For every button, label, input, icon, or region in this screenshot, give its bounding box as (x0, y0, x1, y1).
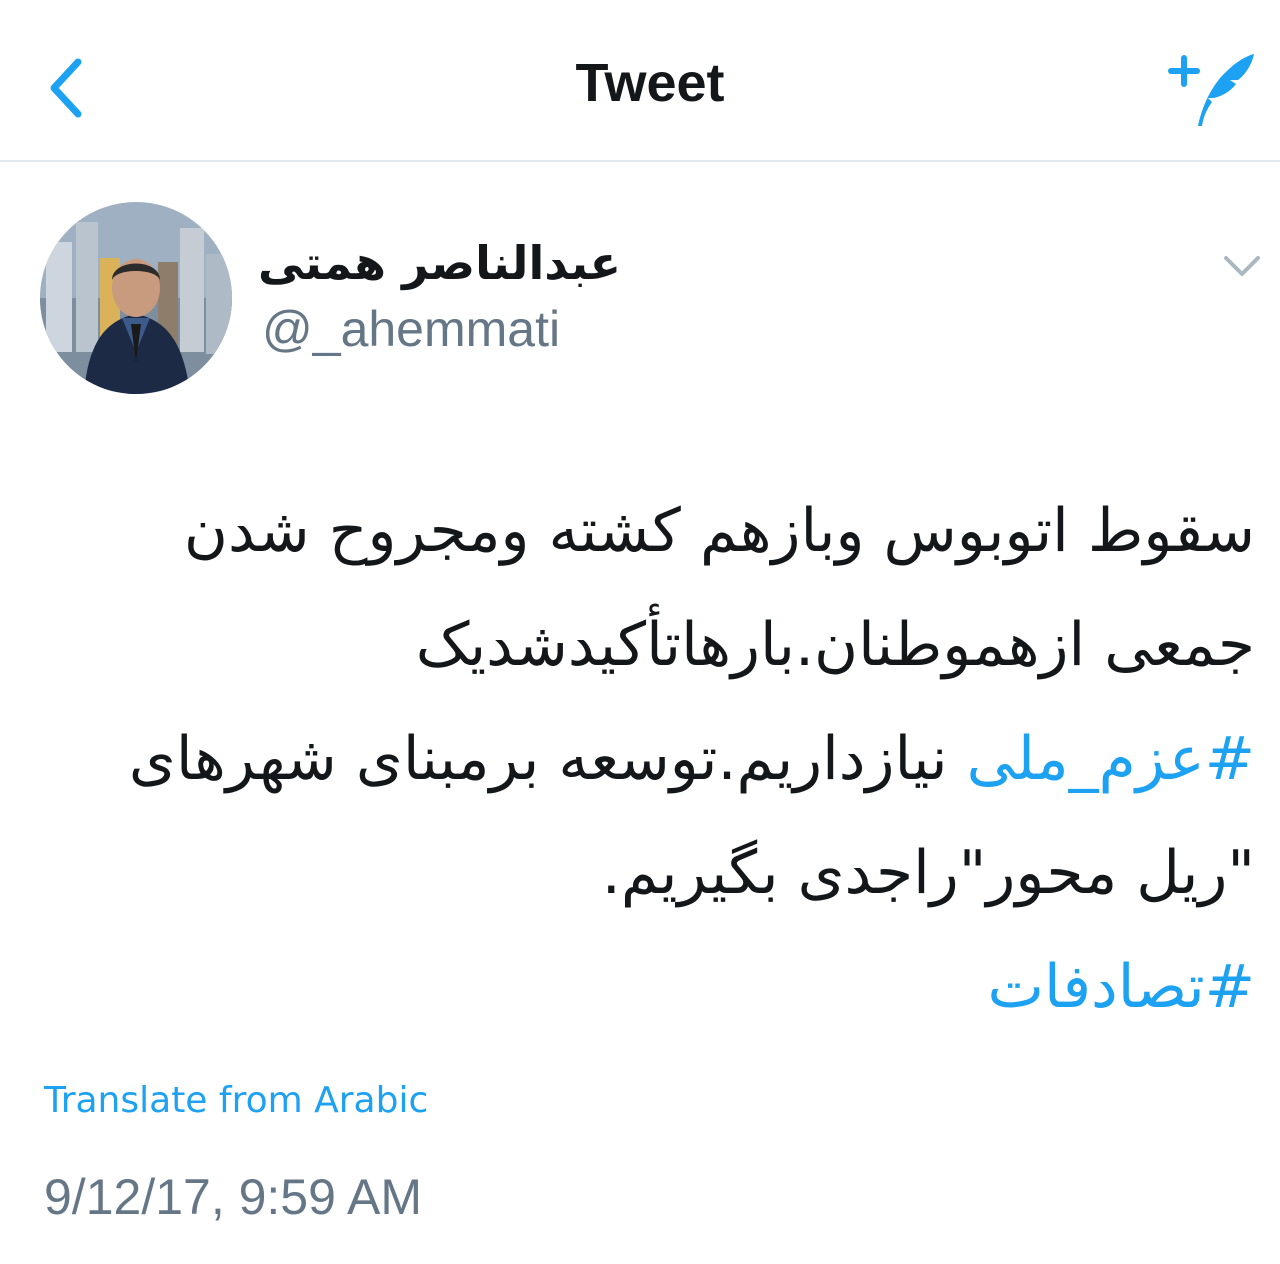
tweet-line: #عزم_ملی نیازداریم.توسعه برمبنای شهرهای (40, 702, 1255, 816)
tweet-text-segment: جمعی ازهموطنان.بارهاتأکیدشدیک (415, 610, 1255, 680)
tweet-detail-screen: Tweet عبدالناصر همتی @_ahemmati سقوط اتو… (0, 0, 1280, 1264)
tweet-menu-button[interactable] (1216, 246, 1268, 286)
author-username[interactable]: @_ahemmati (262, 300, 560, 358)
author-display-name[interactable]: عبدالناصر همتی (258, 236, 678, 290)
translate-link[interactable]: Translate from Arabic (44, 1080, 428, 1121)
tweet-line: جمعی ازهموطنان.بارهاتأکیدشدیک (40, 588, 1255, 702)
avatar-photo (40, 202, 232, 394)
chevron-down-icon (1224, 256, 1260, 276)
tweet-timestamp: 9/12/17, 9:59 AM (44, 1169, 423, 1225)
compose-tweet-button[interactable] (1168, 44, 1260, 134)
compose-tweet-icon (1168, 54, 1254, 126)
page-title: Tweet (575, 53, 725, 113)
tweet-text-segment: نیازداریم.توسعه برمبنای شهرهای (128, 724, 967, 794)
avatar[interactable] (40, 202, 232, 394)
top-bar: Tweet (0, 0, 1280, 162)
tweet-line: "ریل محور"راجدی بگیریم. (40, 816, 1255, 930)
tweet-line: #تصادفات (40, 930, 1255, 1044)
tweet-line: سقوط اتوبوس وبازهم کشته ومجروح شدن (40, 474, 1255, 588)
tweet-text: سقوط اتوبوس وبازهم کشته ومجروح شدن جمعی ا… (40, 474, 1255, 1044)
tweet-text-segment: سقوط اتوبوس وبازهم کشته ومجروح شدن (183, 496, 1255, 566)
hashtag-link[interactable]: #عزم_ملی (967, 724, 1255, 794)
hashtag-link[interactable]: #تصادفات (988, 952, 1255, 1022)
tweet-text-segment: "ریل محور"راجدی بگیریم. (601, 838, 1255, 908)
